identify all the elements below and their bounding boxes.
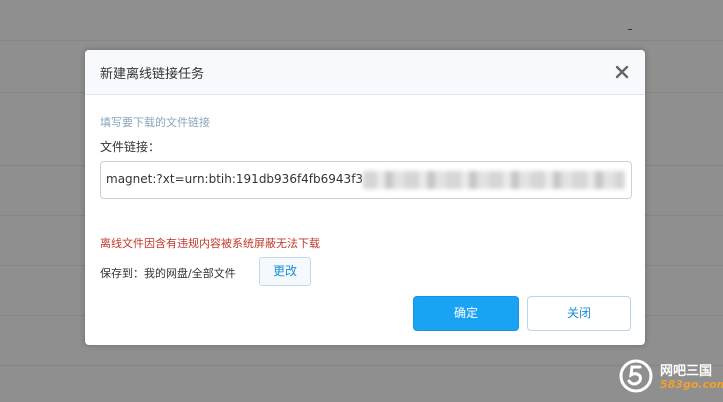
background-divider [0,40,723,41]
file-link-input[interactable]: magnet:?xt=urn:btih:191db936f4fb6943f3 [100,161,632,199]
dialog-title: 新建离线链接任务 [100,67,205,82]
error-message: 离线文件因含有违规内容被系统屏蔽无法下载 [100,237,320,250]
close-icon[interactable] [613,63,631,81]
close-button[interactable]: 关闭 [527,296,631,331]
file-link-label: 文件链接： [100,140,161,154]
dialog-header: 新建离线链接任务 [85,50,645,95]
change-location-button[interactable]: 更改 [259,257,311,286]
redacted-link-blur [363,171,625,189]
watermark-logo-icon [618,358,654,398]
background-divider [0,365,723,366]
offline-task-dialog: 新建离线链接任务 填写要下载的文件链接 文件链接： magnet:?xt=urn… [85,50,645,345]
watermark-name: 网吧三国 [660,364,713,379]
file-link-value: magnet:?xt=urn:btih:191db936f4fb6943f3 [106,172,364,186]
confirm-button[interactable]: 确定 [413,296,519,331]
input-hint: 填写要下载的文件链接 [100,116,210,129]
save-location-label: 保存到：我的网盘/全部文件 [100,267,236,280]
watermark-url: 583go.com [660,378,723,391]
site-watermark: 网吧三国 583go.com [616,356,723,398]
background-dash [628,29,632,30]
